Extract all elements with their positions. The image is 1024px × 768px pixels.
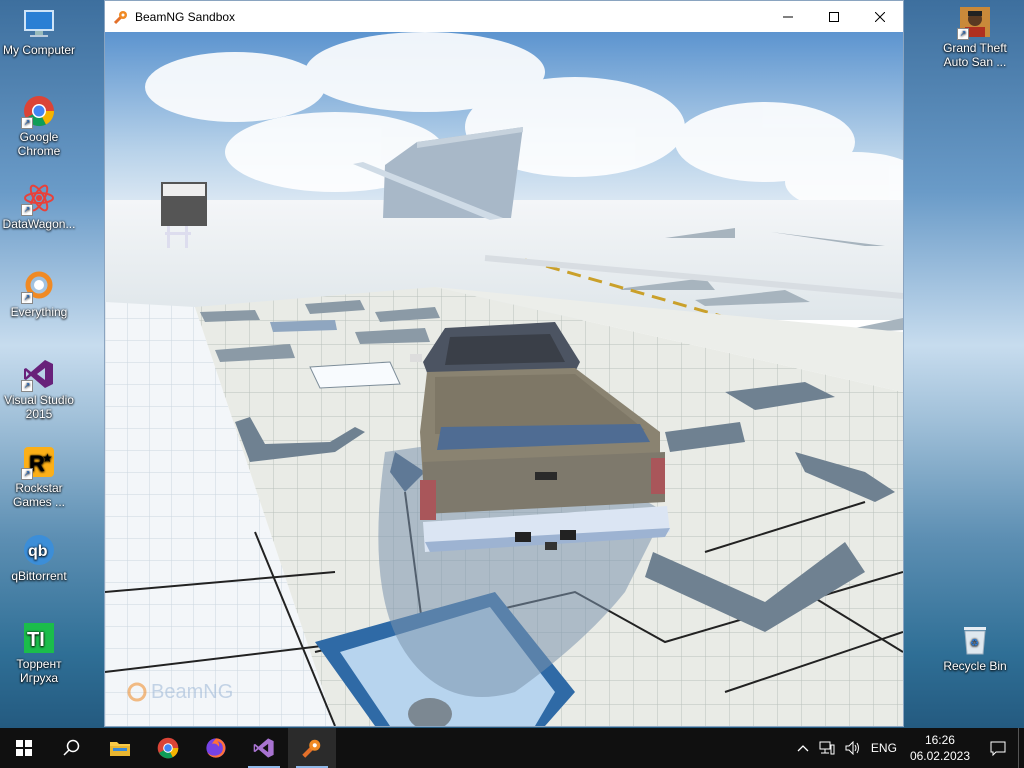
desktop-icon-everything[interactable]: ↗ Everything <box>0 270 81 319</box>
desktop-icon-my-computer[interactable]: My Computer <box>0 8 81 57</box>
game-viewport[interactable]: BeamNG <box>105 32 903 726</box>
svg-text:♻: ♻ <box>970 638 979 649</box>
clock-time: 16:26 <box>924 733 955 747</box>
notifications-button[interactable] <box>978 728 1018 768</box>
close-button[interactable] <box>857 1 903 32</box>
desktop-icon-rockstar[interactable]: R ★ ↗ Rockstar Games ... <box>0 446 81 509</box>
shortcut-arrow-icon: ↗ <box>21 292 33 304</box>
shortcut-arrow-icon: ↗ <box>21 380 33 392</box>
recycle-bin-icon: ♻ <box>959 624 991 656</box>
taskbar-firefox[interactable] <box>192 728 240 768</box>
firefox-icon <box>206 738 226 758</box>
visual-studio-icon <box>253 738 274 758</box>
desktop-icon-label: Google Chrome <box>17 130 61 158</box>
svg-text:TI: TI <box>27 629 45 651</box>
beamng-app-icon <box>113 10 127 24</box>
shortcut-arrow-icon: ↗ <box>21 204 33 216</box>
desktop-icon-label: Visual Studio 2015 <box>4 393 74 421</box>
desktop-icon-label: Торрент Игруха <box>16 657 62 685</box>
svg-text:★: ★ <box>42 451 53 465</box>
clock-date: 06.02.2023 <box>909 749 970 763</box>
taskbar-chrome[interactable] <box>144 728 192 768</box>
window-titlebar[interactable]: BeamNG Sandbox <box>105 1 903 32</box>
taskbar-visual-studio[interactable] <box>240 728 288 768</box>
everything-search-icon: ↗ <box>21 270 55 304</box>
desktop-icon-label: Rockstar Games ... <box>12 481 65 509</box>
computer-icon <box>23 8 55 40</box>
game-scene: BeamNG <box>105 32 903 726</box>
desktop-icon-label: Grand Theft Auto San ... <box>943 41 1007 69</box>
shortcut-arrow-icon: ↗ <box>21 468 33 480</box>
network-icon <box>819 741 835 755</box>
beamng-window: BeamNG Sandbox BeamNG <box>104 0 904 727</box>
desktop-icon-recycle-bin[interactable]: ♻ Recycle Bin <box>933 624 1017 673</box>
language-indicator[interactable]: ENG <box>866 728 902 768</box>
start-button[interactable] <box>0 728 48 768</box>
volume-button[interactable] <box>840 728 866 768</box>
taskbar: ENG 16:26 06.02.2023 <box>0 728 1024 768</box>
desktop-icon-qbittorrent[interactable]: qb qBittorrent <box>0 534 81 583</box>
notification-icon <box>990 741 1006 756</box>
search-button[interactable] <box>48 728 96 768</box>
minimize-button[interactable] <box>765 1 811 32</box>
windows-logo-icon <box>16 740 32 756</box>
chevron-up-icon <box>797 745 809 752</box>
chrome-icon: ↗ <box>21 95 55 129</box>
system-tray: ENG 16:26 06.02.2023 <box>792 728 1024 768</box>
minimize-icon <box>783 16 793 17</box>
shortcut-arrow-icon: ↗ <box>21 117 33 129</box>
shortcut-arrow-icon: ↗ <box>957 28 969 40</box>
desktop-icon-visual-studio[interactable]: ↗ Visual Studio 2015 <box>0 358 81 421</box>
visual-studio-icon: ↗ <box>21 358 55 392</box>
desktop-icon-torrent-igruha[interactable]: TI Торрент Игруха <box>0 622 81 685</box>
taskbar-file-explorer[interactable] <box>96 728 144 768</box>
search-icon <box>63 739 80 756</box>
maximize-icon <box>829 11 839 22</box>
svg-text:qb: qb <box>28 543 48 560</box>
speaker-icon <box>845 741 859 755</box>
desktop-icon-label: Recycle Bin <box>943 659 1007 673</box>
chrome-icon <box>157 737 179 759</box>
taskbar-beamng[interactable] <box>288 728 336 768</box>
window-title: BeamNG Sandbox <box>135 9 236 24</box>
maximize-button[interactable] <box>811 1 857 32</box>
watermark-text: BeamNG <box>151 681 233 703</box>
close-icon <box>875 11 885 22</box>
datawagon-icon: ↗ <box>21 182 55 216</box>
desktop-icon-label: Everything <box>10 305 68 319</box>
gta-san-andreas-icon: ↗ <box>957 6 991 40</box>
desktop-icon-datawagon[interactable]: ↗ DataWagon... <box>0 182 81 231</box>
rockstar-icon: R ★ ↗ <box>21 446 55 480</box>
network-button[interactable] <box>814 728 840 768</box>
clock[interactable]: 16:26 06.02.2023 <box>902 732 978 764</box>
desktop-icon-gta-san-andreas[interactable]: ↗ Grand Theft Auto San ... <box>933 6 1017 69</box>
folder-icon <box>110 742 130 756</box>
desktop-icon-label: DataWagon... <box>2 217 76 231</box>
qbittorrent-icon: qb <box>23 534 55 566</box>
desktop-icon-google-chrome[interactable]: ↗ Google Chrome <box>0 95 81 158</box>
beamng-app-icon <box>302 739 321 758</box>
desktop-icon-label: qBittorrent <box>11 569 67 583</box>
torrent-igruha-icon: TI <box>23 622 55 654</box>
show-hidden-icons-button[interactable] <box>792 728 814 768</box>
show-desktop-button[interactable] <box>1018 728 1024 768</box>
desktop-icon-label: My Computer <box>2 43 76 57</box>
